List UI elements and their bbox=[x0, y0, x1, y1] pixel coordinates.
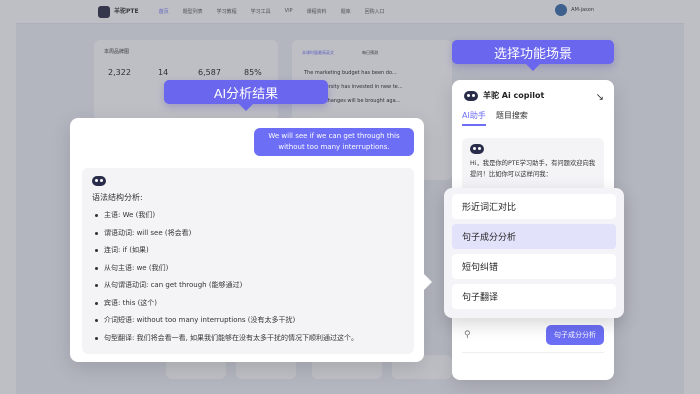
option-sentence-correction[interactable]: 短句纠错 bbox=[452, 254, 616, 279]
connector-arrow-icon bbox=[424, 274, 432, 290]
analysis-item: 连词: if (如果) bbox=[92, 242, 404, 260]
analysis-item: 介词短语: without too many interruptions (没有… bbox=[92, 312, 404, 330]
result-tag-label: AI分析结果 bbox=[213, 85, 279, 101]
expand-arrow-icon[interactable]: ↘ bbox=[596, 92, 604, 103]
scene-tag: 选择功能场景 bbox=[452, 40, 614, 71]
result-tag: AI分析结果 bbox=[164, 80, 328, 111]
copilot-title: 羊驼 Ai copilot bbox=[483, 91, 545, 100]
analysis-list: 主语: We (我们) 谓语动词: will see (将会看) 连词: if … bbox=[92, 207, 404, 347]
bot-icon bbox=[464, 90, 478, 101]
analysis-title: 语法结构分析: bbox=[92, 193, 143, 202]
copilot-header: 羊驼 Ai copilot bbox=[464, 90, 544, 101]
user-message-bubble: We will see if we can get through this w… bbox=[254, 128, 414, 156]
option-sentence-analysis[interactable]: 句子成分分析 bbox=[452, 224, 616, 249]
analysis-panel: We will see if we can get through this w… bbox=[70, 118, 424, 362]
send-button[interactable]: 句子成分分析 bbox=[546, 325, 604, 345]
analysis-item: 宾语: this (这个) bbox=[92, 295, 404, 313]
analysis-item: 从句主语: we (我们) bbox=[92, 260, 404, 278]
analysis-item: 谓语动词: will see (将会看) bbox=[92, 225, 404, 243]
bot-icon bbox=[92, 176, 106, 186]
tag-pointer-icon bbox=[239, 104, 253, 111]
option-sentence-translation[interactable]: 句子翻译 bbox=[452, 284, 616, 309]
analysis-result: 语法结构分析: 主语: We (我们) 谓语动词: will see (将会看)… bbox=[82, 168, 414, 354]
scene-options-menu: 形近词汇对比 句子成分分析 短句纠错 句子翻译 bbox=[444, 188, 624, 318]
bot-icon bbox=[470, 144, 484, 154]
tab-ai-assistant[interactable]: AI助手 bbox=[462, 110, 486, 126]
analysis-item: 从句谓语动词: can get through (能够通过) bbox=[92, 277, 404, 295]
greeting-text: Hi，我是你的PTE学习助手，有问题欢迎向我提问！比如你可以这样问我： bbox=[470, 160, 596, 178]
analysis-item: 主语: We (我们) bbox=[92, 207, 404, 225]
scene-tag-label: 选择功能场景 bbox=[493, 45, 572, 61]
greeting-bubble: Hi，我是你的PTE学习助手，有问题欢迎向我提问！比如你可以这样问我： bbox=[462, 138, 604, 192]
chat-input[interactable] bbox=[462, 352, 604, 378]
option-similar-words[interactable]: 形近词汇对比 bbox=[452, 194, 616, 219]
analysis-item: 句型翻译: 我们将会看一看, 如果我们能够在没有太多干扰的情况下顺利通过这个。 bbox=[92, 330, 404, 348]
tag-pointer-icon bbox=[526, 64, 540, 71]
attach-icon[interactable]: ⚲ bbox=[464, 330, 471, 340]
copilot-tabs: AI助手 题目搜索 bbox=[462, 110, 528, 126]
tab-question-search[interactable]: 题目搜索 bbox=[496, 110, 528, 126]
